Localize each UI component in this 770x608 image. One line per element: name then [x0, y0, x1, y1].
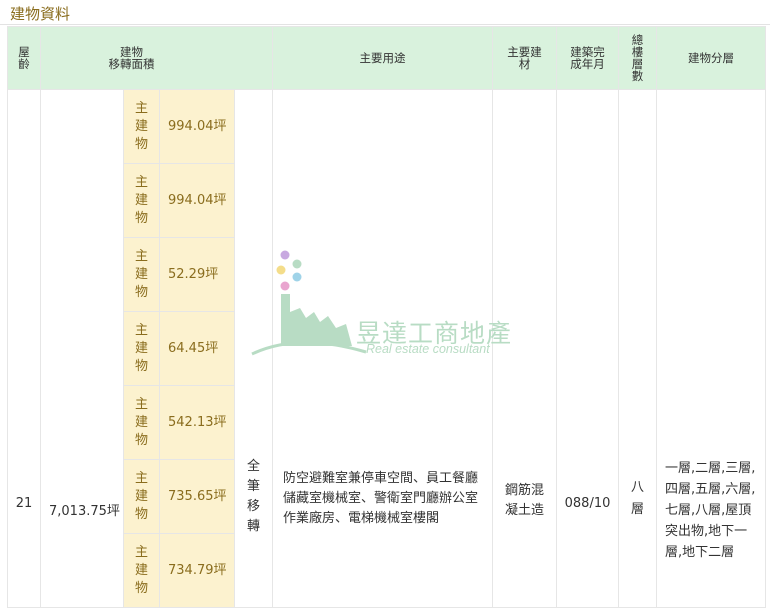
- share-cell: 全筆移轉: [234, 89, 273, 608]
- sub-area: 994.04坪: [159, 89, 235, 164]
- table-row: 21 7,013.75坪 主建物 994.04坪 全筆移轉 防空避難室兼停車空間…: [7, 89, 766, 608]
- sub-area: 64.45坪: [159, 311, 235, 386]
- sub-label: 主建物: [123, 533, 160, 608]
- total-floors-cell: 八層: [618, 89, 657, 608]
- header-area: 建物 移轉面積: [40, 26, 273, 90]
- completed-cell: 088/10: [556, 89, 619, 608]
- age-cell: 21: [7, 89, 41, 608]
- sub-label: 主建物: [123, 385, 160, 460]
- material-cell: 鋼筋混凝土造: [492, 89, 557, 608]
- sub-area: 734.79坪: [159, 533, 235, 608]
- sub-label: 主建物: [123, 459, 160, 534]
- sub-area: 994.04坪: [159, 163, 235, 238]
- header-age: 屋齡: [7, 26, 41, 90]
- header-total-floors: 總樓層數: [618, 26, 657, 90]
- divider: [0, 24, 770, 25]
- header-completed: 建築完成年月: [556, 26, 619, 90]
- sub-label: 主建物: [123, 89, 160, 164]
- section-title: 建物資料: [10, 5, 71, 23]
- sub-area: 52.29坪: [159, 237, 235, 312]
- building-table: 屋齡 建物 移轉面積 主要用途 主要建材 建築完成年月 總樓層數 建物分層 21 …: [7, 26, 766, 608]
- building-floors-cell: 一層,二層,三層,四層,五層,六層,七層,八層,屋頂突出物,地下一層,地下二層: [656, 89, 766, 608]
- sub-label: 主建物: [123, 163, 160, 238]
- header-material: 主要建材: [492, 26, 557, 90]
- sub-area: 542.13坪: [159, 385, 235, 460]
- sub-area: 735.65坪: [159, 459, 235, 534]
- sub-label: 主建物: [123, 311, 160, 386]
- main-use-cell: 防空避難室兼停車空間、員工餐廳儲藏室機械室、警衛室門廳辦公室作業廠房、電梯機械室…: [272, 89, 493, 608]
- sub-label: 主建物: [123, 237, 160, 312]
- header-main-use-cell: 主要用途: [272, 26, 493, 90]
- area-cell: 7,013.75坪: [40, 89, 124, 608]
- header-building-floors: 建物分層: [656, 26, 766, 90]
- table-header: 屋齡 建物 移轉面積 主要用途 主要建材 建築完成年月 總樓層數 建物分層: [7, 26, 766, 90]
